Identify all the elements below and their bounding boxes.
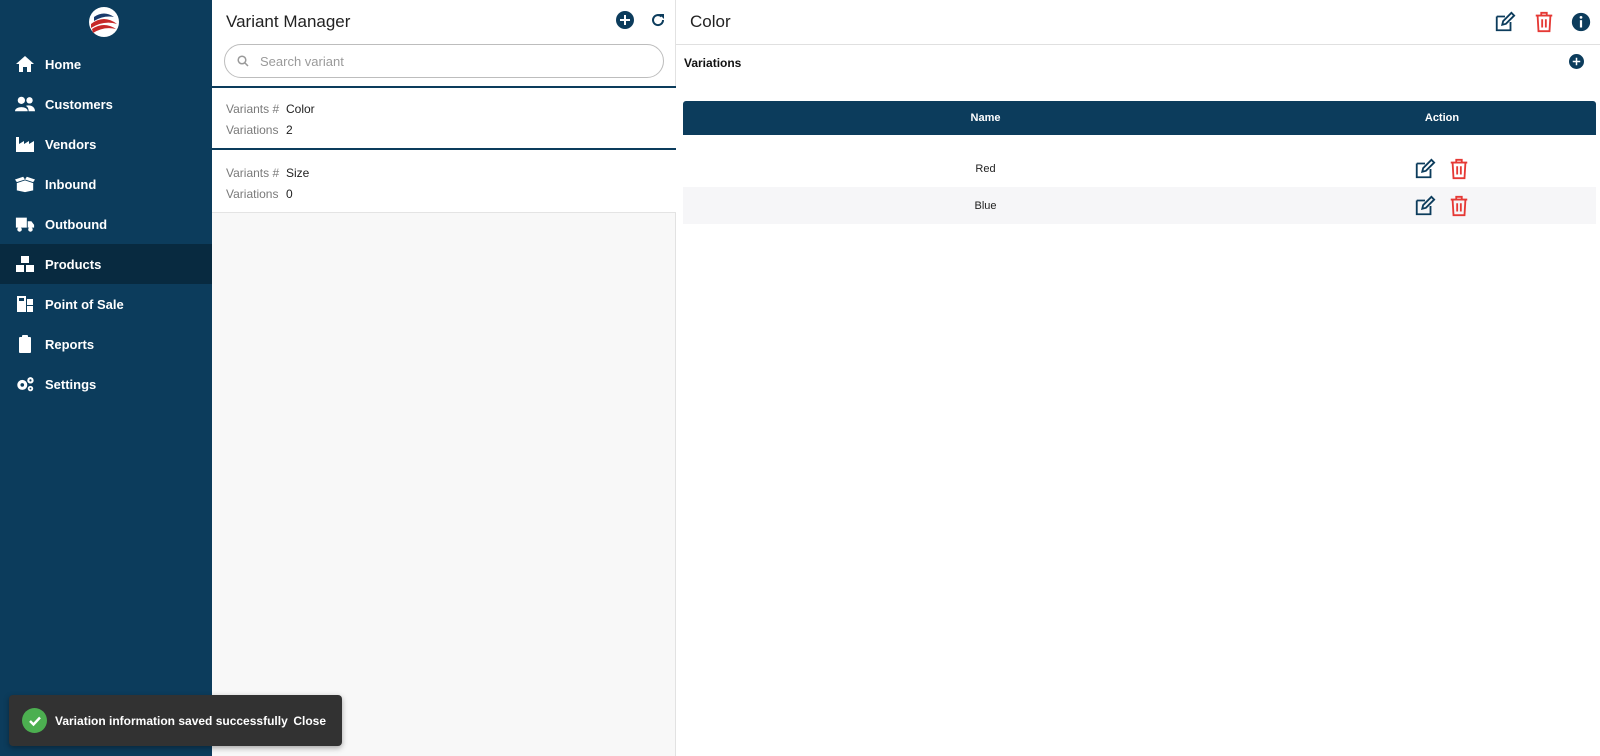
table-row: Blue: [683, 187, 1596, 224]
search-icon: [237, 55, 249, 67]
edit-variant-button[interactable]: [1493, 10, 1517, 34]
column-header-action: Action: [1424, 112, 1460, 124]
trash-icon: [1535, 11, 1553, 33]
info-icon: [1571, 12, 1591, 32]
add-variant-button[interactable]: [616, 11, 634, 29]
search-box: [224, 44, 664, 78]
detail-title: Color: [690, 12, 731, 31]
row-actions: [1288, 150, 1596, 187]
sidebar-item-label: Point of Sale: [45, 296, 124, 312]
boxes-icon: [14, 254, 36, 274]
sidebar-item-label: Products: [45, 256, 102, 272]
variation-name: Blue: [974, 199, 997, 212]
sidebar: Home Customers Vendors Inbound Outbound …: [0, 0, 212, 756]
sidebar-item-point-of-sale[interactable]: Point of Sale: [0, 284, 212, 324]
search-input[interactable]: [260, 53, 640, 69]
variations-table: Name Action Red Blue: [683, 101, 1596, 224]
plus-icon: [620, 15, 630, 25]
sidebar-item-settings[interactable]: Settings: [0, 364, 212, 404]
column-header-name: Name: [970, 112, 1001, 124]
check-circle-icon: [22, 708, 47, 733]
page-title: Variant Manager: [226, 12, 351, 31]
variant-detail-panel: Color Variations Name Action Red Blue: [676, 0, 1600, 756]
clipboard-icon: [14, 334, 36, 354]
variations-header: Variations: [684, 54, 1584, 70]
sidebar-item-label: Settings: [45, 376, 97, 392]
variant-name: Size: [286, 166, 310, 180]
sidebar-item-customers[interactable]: Customers: [0, 84, 212, 124]
box-open-icon: [14, 174, 36, 194]
sidebar-item-reports[interactable]: Reports: [0, 324, 212, 364]
delete-variant-button[interactable]: [1532, 10, 1556, 34]
variant-item-size[interactable]: Variants # Size Variations 0: [212, 150, 676, 213]
variations-count: 2: [286, 123, 293, 137]
variations-label: Variations: [226, 123, 279, 137]
sidebar-nav: Home Customers Vendors Inbound Outbound …: [0, 44, 212, 404]
table-header: Name Action: [683, 101, 1596, 135]
variant-name: Color: [286, 102, 315, 116]
sidebar-item-label: Vendors: [45, 136, 97, 152]
table-row: Red: [683, 150, 1596, 187]
variations-label: Variations: [226, 187, 279, 201]
info-button[interactable]: [1569, 10, 1593, 34]
variant-name-row: Variants # Color: [226, 99, 676, 120]
edit-icon: [1495, 11, 1516, 32]
variant-list: Variants # Color Variations 2 Variants #…: [212, 86, 676, 213]
sidebar-item-label: Customers: [45, 96, 113, 112]
cash-register-icon: [14, 294, 36, 314]
sidebar-item-vendors[interactable]: Vendors: [0, 124, 212, 164]
variations-count: 0: [286, 187, 293, 201]
variations-section-title: Variations: [684, 56, 742, 70]
variation-name: Red: [975, 162, 996, 175]
sidebar-item-products[interactable]: Products: [0, 244, 212, 284]
users-icon: [14, 94, 36, 114]
edit-icon: [1415, 158, 1436, 178]
variant-label: Variants #: [226, 102, 280, 116]
variant-item-color[interactable]: Variants # Color Variations 2: [212, 86, 676, 150]
eagle-flag-logo[interactable]: [84, 4, 124, 38]
sidebar-item-label: Inbound: [45, 176, 97, 192]
refresh-icon: [652, 14, 665, 27]
sidebar-item-outbound[interactable]: Outbound: [0, 204, 212, 244]
sidebar-item-home[interactable]: Home: [0, 44, 212, 84]
edit-variation-button[interactable]: [1413, 157, 1437, 181]
variant-name-row: Variants # Size: [226, 163, 676, 184]
add-variation-button[interactable]: [1569, 54, 1584, 69]
trash-icon: [1450, 158, 1468, 179]
home-icon: [14, 54, 36, 74]
delete-variation-button[interactable]: [1447, 194, 1471, 218]
table-body: Red Blue: [683, 150, 1596, 224]
factory-icon: [14, 134, 36, 154]
delete-variation-button[interactable]: [1447, 157, 1471, 181]
detail-header: Color: [676, 0, 1600, 45]
edit-icon: [1415, 195, 1436, 215]
row-actions: [1288, 187, 1596, 224]
sidebar-item-label: Reports: [45, 336, 95, 352]
sidebar-item-inbound[interactable]: Inbound: [0, 164, 212, 204]
truck-icon: [14, 214, 36, 234]
variant-label: Variants #: [226, 166, 280, 180]
variations-count-row: Variations 2: [226, 120, 676, 141]
toast-message: Variation information saved successfully: [55, 713, 288, 728]
refresh-button[interactable]: [649, 11, 667, 29]
variations-count-row: Variations 0: [226, 184, 676, 205]
edit-variation-button[interactable]: [1413, 194, 1437, 218]
cogs-icon: [14, 374, 36, 394]
success-toast: Variation information saved successfully…: [9, 695, 342, 746]
plus-icon: [1572, 57, 1581, 66]
sidebar-item-label: Home: [45, 56, 82, 72]
toast-close-button[interactable]: Close: [293, 714, 326, 728]
trash-icon: [1450, 195, 1468, 216]
sidebar-item-label: Outbound: [45, 216, 108, 232]
variant-manager-panel: Variant Manager Variants # Color Variati…: [212, 0, 676, 756]
variant-manager-header: Variant Manager: [212, 0, 675, 87]
